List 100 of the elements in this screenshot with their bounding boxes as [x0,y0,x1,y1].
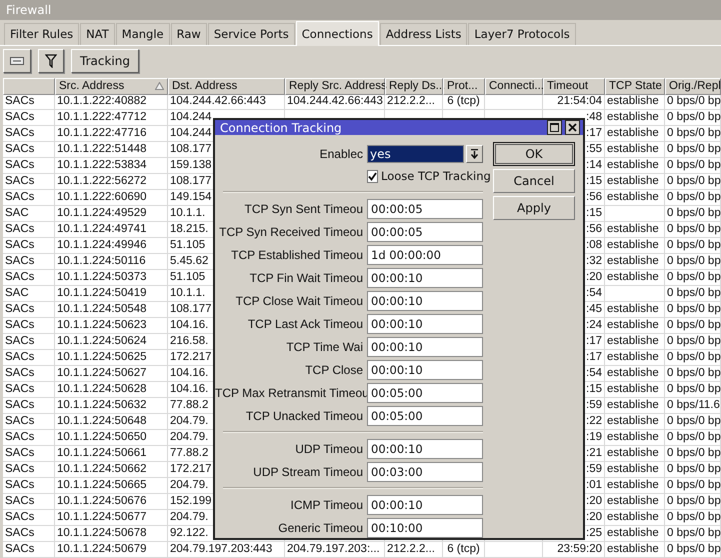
table-cell: establishe [605,398,665,414]
table-cell: 10.1.1.222:47712 [55,110,168,126]
checkbox[interactable] [367,170,378,182]
remove-button[interactable] [3,48,31,73]
tab[interactable]: Service Ports [208,22,295,45]
field-label: TCP Close [304,362,364,376]
input-field[interactable]: 00:05:00 [367,382,483,402]
table-cell: SACs [3,238,55,254]
table-cell: SACs [3,126,55,142]
filter-button[interactable] [38,48,64,73]
table-cell: 0 bps/0 bp [665,110,721,126]
input-field[interactable]: 00:10:00 [367,518,483,538]
input-field[interactable]: 00:00:05 [367,222,483,242]
table-cell: 10.1.1.224:50373 [55,270,168,286]
column-header[interactable]: Dst. Address [168,78,285,95]
table-cell: SACs [3,366,55,382]
table-cell: 10.1.1.224:50632 [55,398,168,414]
dialog-button[interactable]: Cancel [493,169,575,193]
column-header[interactable]: Prot... [443,78,485,95]
tab[interactable]: NAT [80,22,115,45]
table-cell: establishe [605,494,665,510]
column-header[interactable]: TCP State [605,78,665,95]
tracking-button[interactable]: Tracking [71,48,139,73]
table-cell: 0 bps/0 bp [665,542,721,558]
table-cell: 0 bps/0 bp [665,510,721,526]
column-header[interactable]: Src. Address [55,78,168,95]
table-cell: 0 bps/0 bp [665,350,721,366]
tab[interactable]: Layer7 Protocols [468,22,576,45]
enabled-select[interactable]: yes [367,144,464,162]
table-cell: SACs [3,334,55,350]
table-cell: 0 bps/11.6 [665,398,721,414]
column-header[interactable]: Reply Src. Address [285,78,385,95]
tab[interactable]: Mangle [116,22,170,45]
table-cell: 0 bps/0 bp [665,494,721,510]
down-arrow-icon [470,148,479,158]
table-cell: SAC [3,286,55,302]
field-label: ICMP Timeou [290,498,364,512]
table-cell: establishe [605,302,665,318]
tab[interactable]: Filter Rules [4,22,80,45]
column-header[interactable]: Timeout [543,78,605,95]
table-cell: 0 bps/0 bp [665,286,721,302]
table-cell: 10.1.1.222:56272 [55,174,168,190]
maximize-button[interactable] [547,120,562,135]
table-cell: 21:54:04 [543,94,605,110]
table-cell: 10.1.1.224:50661 [55,446,168,462]
input-field[interactable]: 00:00:10 [367,438,483,458]
table-cell: establishe [605,254,665,270]
field-label: Enablec [318,146,364,160]
table-cell: 0 bps/0 bp [665,206,721,222]
column-header[interactable] [3,78,55,95]
checkbox-label: Loose TCP Tracking [381,169,491,183]
tab[interactable]: Raw [170,22,207,45]
input-field[interactable]: 1d 00:00:00 [367,244,483,264]
input-field[interactable]: 00:00:05 [367,198,483,218]
table-cell: establishe [605,446,665,462]
table-cell: 0 bps/0 bp [665,174,721,190]
table-cell: 10.1.1.224:50676 [55,494,168,510]
table-cell: establishe [605,414,665,430]
table-cell: establishe [605,462,665,478]
input-field[interactable]: 00:05:00 [367,406,483,426]
empty-cell [605,206,665,222]
input-field[interactable]: 00:00:10 [367,314,483,334]
table-cell: 10.1.1.224:50679 [55,542,168,558]
input-field[interactable]: 00:00:10 [367,290,483,310]
table-cell: 0 bps/0 bp [665,190,721,206]
input-field[interactable]: 00:00:10 [367,336,483,356]
input-field[interactable]: 00:00:10 [367,268,483,288]
table-cell: 10.1.1.224:50650 [55,430,168,446]
table-cell: 104.244.42.66:443 [168,94,285,110]
table-cell: 10.1.1.224:50648 [55,414,168,430]
table-cell: SACs [3,494,55,510]
table-cell: 10.1.1.224:50662 [55,462,168,478]
table-cell: 10.1.1.222:60690 [55,190,168,206]
table-cell: 10.1.1.224:50419 [55,286,168,302]
table-cell: SACs [3,414,55,430]
column-header[interactable]: Reply Ds... [385,78,443,95]
dialog-button[interactable]: Apply [493,196,575,220]
field-label: TCP Time Wai [285,340,364,354]
dropdown-button[interactable] [466,144,483,162]
table-cell: 10.1.1.222:40882 [55,94,168,110]
column-header[interactable]: Connecti... [485,78,543,95]
table-cell: establishe [605,126,665,142]
table-cell: SACs [3,318,55,334]
table-cell: SACs [3,174,55,190]
dialog-button[interactable]: OK [493,142,575,166]
input-field[interactable]: 00:00:10 [367,494,483,514]
table-cell: 0 bps/0 bp [665,366,721,382]
table-cell: 23:59:20 [543,542,605,558]
input-field[interactable]: 00:00:10 [367,360,483,380]
empty-cell [485,542,543,558]
table-cell: 212.2.2... [385,542,443,558]
input-field[interactable]: 00:03:00 [367,462,483,482]
table-cell: establishe [605,350,665,366]
field-label: UDP Timeou [294,442,364,456]
close-button[interactable] [565,120,580,135]
column-header[interactable]: Orig./Repl. [665,78,721,95]
tab[interactable]: Connections [296,20,379,46]
table-cell: 10.1.1.224:50627 [55,366,168,382]
table-cell: 6 (tcp) [443,542,485,558]
tab[interactable]: Address Lists [380,22,468,45]
